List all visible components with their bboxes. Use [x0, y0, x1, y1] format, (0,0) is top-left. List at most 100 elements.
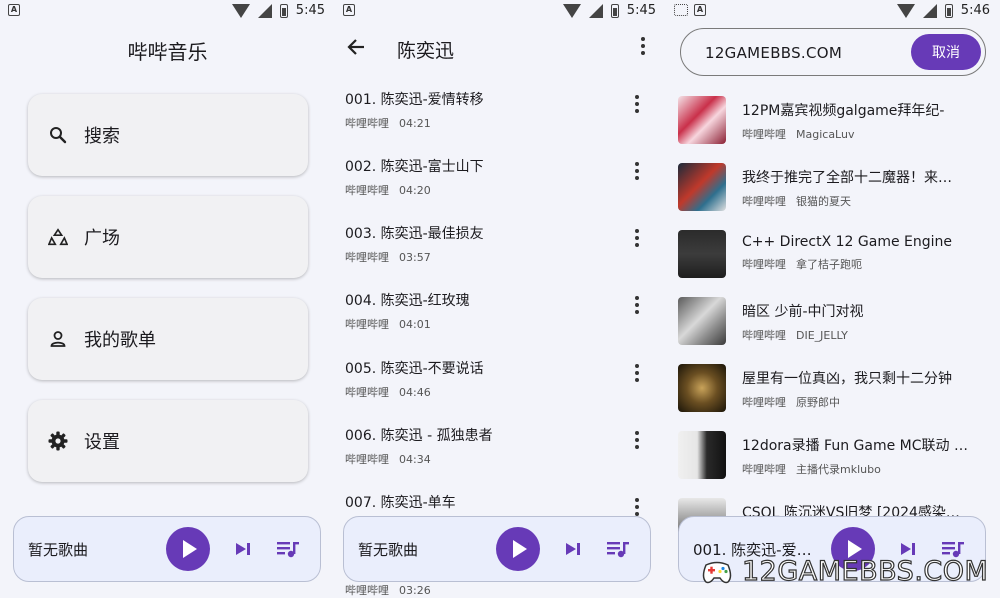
skip-next-icon [566, 543, 580, 555]
signal-icon [922, 3, 937, 18]
menu-item-settings[interactable]: 设置 [28, 400, 308, 482]
video-thumbnail [678, 96, 726, 144]
result-uploader: MagicaLuv [796, 128, 855, 141]
result-source: 哔哩哔哩 [742, 329, 786, 342]
wifi-icon [562, 3, 581, 18]
result-title: 12PM嘉宾视频galgame拜年纪- [742, 103, 945, 119]
song-menu-button[interactable] [634, 296, 640, 316]
queue-music-icon [277, 542, 299, 558]
more-options-button[interactable] [634, 37, 652, 57]
song-duration: 04:21 [399, 117, 431, 130]
cancel-button[interactable]: 取消 [911, 34, 981, 70]
result-source: 哔哩哔哩 [742, 195, 786, 208]
queue-music-icon [607, 542, 629, 558]
song-row[interactable]: 002. 陈奕迅-富士山下 哔哩哔哩 04:20 [345, 156, 666, 216]
recycle-icon [48, 227, 68, 247]
play-button[interactable] [166, 527, 210, 571]
now-playing-text: 暂无歌曲 [358, 540, 419, 559]
queue-button[interactable] [276, 538, 300, 560]
battery-icon [944, 3, 953, 18]
song-row[interactable]: 001. 陈奕迅-爱情转移 哔哩哔哩 04:21 [345, 89, 666, 149]
search-field[interactable]: 12GAMEBBS.COM 取消 [680, 28, 986, 76]
more-vert-icon [634, 229, 640, 247]
arrow-back-icon [347, 39, 364, 55]
playlist-screen: A 5:45 陈奕迅 001. 陈奕迅-爱情转移 哔哩哔哩 04:21 002. … [335, 0, 666, 598]
status-time: 5:45 [295, 3, 325, 18]
song-menu-button[interactable] [634, 229, 640, 249]
song-title: 003. 陈奕迅-最佳损友 [345, 226, 484, 242]
song-source: 哔哩哔哩 [345, 318, 389, 331]
result-row[interactable]: 12dora录播 Fun Game MC联动 … 哔哩哔哩 主播代录mklubo [678, 431, 1000, 489]
result-row[interactable]: 暗区 少前-中门对视 哔哩哔哩 DIE_JELLY [678, 297, 1000, 355]
song-source: 哔哩哔哩 [345, 386, 389, 399]
song-menu-button[interactable] [634, 364, 640, 384]
song-duration: 03:26 [399, 584, 431, 597]
song-menu-button[interactable] [634, 431, 640, 451]
menu-label: 搜索 [84, 126, 120, 147]
menu-item-search[interactable]: 搜索 [28, 94, 308, 176]
skip-next-icon [236, 543, 250, 555]
video-thumbnail [678, 163, 726, 211]
song-duration: 03:57 [399, 251, 431, 264]
gear-icon [48, 431, 68, 451]
result-source: 哔哩哔哩 [742, 128, 786, 141]
more-vert-icon [634, 498, 640, 516]
search-query: 12GAMEBBS.COM [705, 44, 843, 62]
status-bar: A 5:45 [0, 0, 335, 24]
result-uploader: DIE_JELLY [796, 329, 848, 342]
song-duration: 04:46 [399, 386, 431, 399]
result-row[interactable]: C++ DirectX 12 Game Engine 哔哩哔哩 拿了桔子跑呃 [678, 230, 1000, 288]
more-vert-icon [634, 296, 640, 314]
back-button[interactable] [345, 36, 367, 58]
battery-icon [279, 3, 288, 18]
menu-label: 我的歌单 [84, 330, 156, 351]
mini-player[interactable]: 暂无歌曲 [13, 516, 321, 582]
video-thumbnail [678, 431, 726, 479]
wifi-icon [896, 3, 915, 18]
next-button[interactable] [232, 538, 254, 560]
result-source: 哔哩哔哩 [742, 258, 786, 271]
song-row[interactable]: 006. 陈奕迅 - 孤独患者 哔哩哔哩 04:34 [345, 425, 666, 485]
menu-item-my-playlists[interactable]: 我的歌单 [28, 298, 308, 380]
menu-label: 广场 [84, 228, 120, 249]
status-bar: A 5:46 [666, 0, 1000, 24]
result-title: C++ DirectX 12 Game Engine [742, 234, 953, 250]
queue-button[interactable] [606, 538, 630, 560]
song-menu-button[interactable] [634, 498, 640, 518]
result-row[interactable]: 12PM嘉宾视频galgame拜年纪- 哔哩哔哩 MagicaLuv [678, 96, 1000, 154]
result-source: 哔哩哔哩 [742, 396, 786, 409]
song-row[interactable]: 003. 陈奕迅-最佳损友 哔哩哔哩 03:57 [345, 223, 666, 283]
song-title: 005. 陈奕迅-不要说话 [345, 361, 484, 377]
now-playing-text: 暂无歌曲 [28, 540, 89, 559]
song-menu-button[interactable] [634, 95, 640, 115]
menu-label: 设置 [84, 432, 120, 453]
result-title: 12dora录播 Fun Game MC联动 … [742, 438, 968, 454]
app-title: 哔哔音乐 [127, 40, 208, 64]
signal-icon [588, 3, 603, 18]
result-row[interactable]: 屋里有一位真凶，我只剩十二分钟 哔哩哔哩 原野郎中 [678, 364, 1000, 422]
more-vert-icon [634, 431, 640, 449]
song-row[interactable]: 005. 陈奕迅-不要说话 哔哩哔哩 04:46 [345, 358, 666, 418]
song-menu-button[interactable] [634, 162, 640, 182]
keyboard-icon [674, 4, 688, 16]
song-title: 004. 陈奕迅-红玫瑰 [345, 293, 470, 309]
song-source: 哔哩哔哩 [345, 251, 389, 264]
song-row-partial[interactable]: 哔哩哔哩 03:26 [345, 582, 666, 598]
notification-a-icon: A [8, 4, 20, 16]
notification-a-icon: A [343, 4, 355, 16]
signal-icon [257, 3, 272, 18]
mini-player[interactable]: 暂无歌曲 [343, 516, 651, 582]
menu-item-plaza[interactable]: 广场 [28, 196, 308, 278]
playlist-title: 陈奕迅 [397, 40, 455, 62]
more-vert-icon [634, 37, 652, 55]
result-uploader: 原野郎中 [796, 396, 840, 409]
song-duration: 04:34 [399, 453, 431, 466]
song-row[interactable]: 004. 陈奕迅-红玫瑰 哔哩哔哩 04:01 [345, 290, 666, 350]
search-icon [48, 125, 68, 145]
play-icon [183, 540, 197, 558]
result-row[interactable]: 我终于推完了全部十二魔器！来… 哔哩哔哩 银猫的夏天 [678, 163, 1000, 221]
next-button[interactable] [562, 538, 584, 560]
watermark-text: 12GAMEBBS.COM [741, 555, 989, 587]
play-button[interactable] [496, 527, 540, 571]
video-thumbnail [678, 230, 726, 278]
